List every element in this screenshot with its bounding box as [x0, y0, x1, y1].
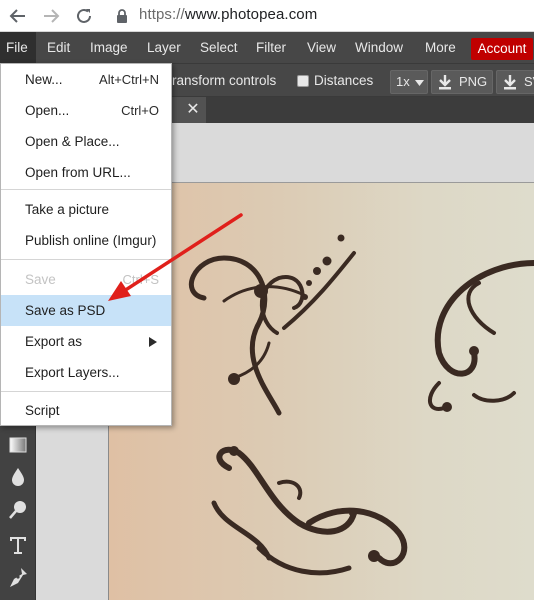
address-bar[interactable]: https://www.photopea.com [139, 6, 317, 23]
browser-toolbar: https://www.photopea.com [0, 0, 534, 32]
svg-label: SV [524, 74, 534, 89]
menu-open[interactable]: Open... Ctrl+O [1, 95, 171, 126]
menu-new-shortcut: Alt+Ctrl+N [99, 72, 159, 87]
menu-save: Save Ctrl+S [1, 264, 171, 295]
menu-view[interactable]: View [307, 32, 336, 64]
menu-save-shortcut: Ctrl+S [122, 272, 159, 287]
menu-divider [1, 189, 171, 190]
menu-open-label: Open... [25, 103, 70, 118]
menu-script-label: Script [25, 403, 60, 418]
back-arrow-icon [9, 9, 25, 23]
menu-open-url[interactable]: Open from URL... [1, 157, 171, 188]
menu-save-as-psd-label: Save as PSD [25, 303, 106, 318]
menu-save-as-psd[interactable]: Save as PSD [1, 295, 171, 326]
menu-publish-online-label: Publish online (Imgur) [25, 233, 157, 248]
menu-take-picture[interactable]: Take a picture [1, 194, 171, 225]
menu-image[interactable]: Image [90, 32, 128, 64]
menu-publish-online[interactable]: Publish online (Imgur) [1, 225, 171, 256]
menu-export-as[interactable]: Export as [1, 326, 171, 357]
distances-checkbox[interactable] [297, 75, 309, 87]
download-icon [504, 75, 516, 90]
forward-button[interactable] [39, 4, 63, 28]
menu-open-shortcut: Ctrl+O [121, 103, 159, 118]
close-icon[interactable]: ✕ [183, 97, 203, 123]
menu-open-place-label: Open & Place... [25, 134, 120, 149]
url-scheme: https:// [139, 6, 185, 23]
type-tool-icon[interactable] [3, 530, 33, 560]
menu-edit[interactable]: Edit [47, 32, 70, 64]
zoom-select[interactable]: 1x [390, 70, 428, 94]
account-button[interactable]: Account [471, 38, 533, 60]
reload-icon [77, 8, 91, 23]
menu-export-layers[interactable]: Export Layers... [1, 357, 171, 388]
menu-open-url-label: Open from URL... [25, 165, 131, 180]
gradient-tool-icon[interactable] [3, 430, 33, 460]
back-button[interactable] [6, 4, 30, 28]
forward-arrow-icon [44, 9, 60, 23]
png-label: PNG [459, 74, 488, 89]
menu-script[interactable]: Script [1, 395, 171, 426]
dodge-tool-icon[interactable] [3, 495, 33, 525]
export-png-button[interactable]: PNG [431, 70, 493, 94]
distances-label[interactable]: Distances [314, 73, 373, 88]
url-host: www.photopea.com [184, 6, 318, 23]
menu-save-label: Save [25, 272, 56, 287]
menu-new[interactable]: New... Alt+Ctrl+N [1, 64, 171, 95]
chevron-down-icon [415, 80, 424, 86]
menu-open-place[interactable]: Open & Place... [1, 126, 171, 157]
reload-button[interactable] [72, 4, 96, 28]
menu-divider [1, 259, 171, 260]
menu-layer[interactable]: Layer [147, 32, 181, 64]
blur-tool-icon[interactable] [3, 462, 33, 492]
menu-more[interactable]: More [425, 32, 456, 64]
export-svg-button[interactable]: SV [496, 70, 534, 94]
pen-tool-icon[interactable] [3, 562, 33, 592]
menu-divider [1, 391, 171, 392]
menu-file[interactable]: File [0, 32, 36, 64]
transform-controls-label[interactable]: ransform controls [172, 73, 276, 88]
menubar: File Edit Image Layer Select Filter View… [0, 32, 534, 64]
menu-filter[interactable]: Filter [256, 32, 286, 64]
ornament-artwork [189, 234, 534, 576]
submenu-arrow-icon [149, 337, 157, 347]
menu-take-picture-label: Take a picture [25, 202, 110, 217]
lock-icon [117, 9, 127, 23]
download-icon [439, 75, 451, 90]
menu-export-layers-label: Export Layers... [25, 365, 120, 380]
menu-new-label: New... [25, 72, 63, 87]
menu-export-as-label: Export as [25, 334, 83, 349]
menu-window[interactable]: Window [355, 32, 403, 64]
zoom-value: 1x [396, 74, 410, 89]
file-menu-dropdown: New... Alt+Ctrl+N Open... Ctrl+O Open & … [0, 63, 172, 426]
menu-select[interactable]: Select [200, 32, 238, 64]
